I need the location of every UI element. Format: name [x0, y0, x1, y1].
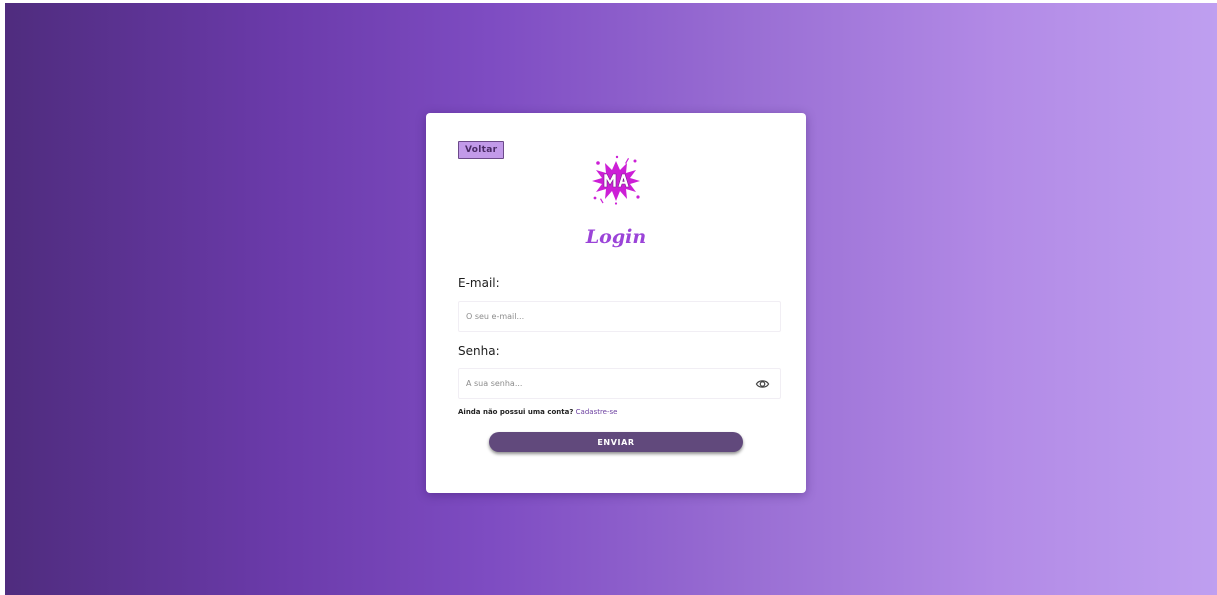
email-label: E-mail:: [458, 276, 500, 290]
signup-prompt: Ainda não possui uma conta? Cadastre-se: [458, 408, 617, 416]
email-field-wrapper: [458, 301, 781, 332]
password-field[interactable]: [459, 369, 780, 398]
password-field-wrapper: [458, 368, 781, 399]
submit-button[interactable]: ENVIAR: [489, 432, 743, 452]
email-field[interactable]: [459, 302, 780, 331]
eye-icon[interactable]: [755, 377, 770, 391]
signup-link[interactable]: Cadastre-se: [576, 408, 618, 416]
signup-question: Ainda não possui uma conta?: [458, 408, 574, 416]
back-button[interactable]: Voltar: [458, 141, 505, 159]
page-title: Login: [585, 226, 647, 248]
page-background: Voltar Login E-mail: Senha:: [5, 3, 1217, 595]
password-label: Senha:: [458, 344, 500, 358]
paint-splash-logo-icon: [592, 155, 640, 205]
login-card: Voltar Login E-mail: Senha:: [426, 113, 806, 493]
